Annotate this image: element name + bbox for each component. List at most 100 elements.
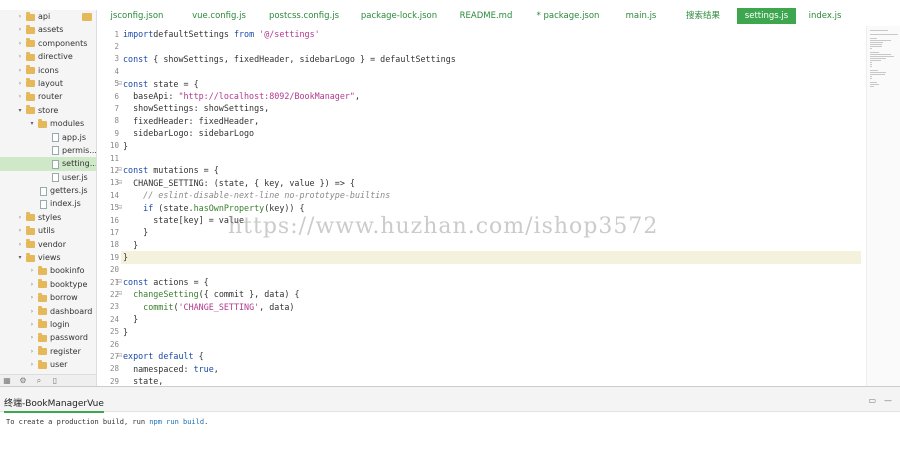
tab-5[interactable]: README.md bbox=[450, 8, 522, 24]
chevron-down-icon[interactable]: ▾ bbox=[16, 251, 24, 264]
tree-file-permis[interactable]: permis... bbox=[0, 144, 96, 157]
tab-2[interactable]: vue.config.js bbox=[183, 8, 255, 24]
chevron-right-icon[interactable]: › bbox=[28, 345, 36, 358]
chevron-right-icon[interactable]: › bbox=[28, 318, 36, 331]
chevron-right-icon[interactable]: › bbox=[16, 64, 24, 77]
tree-folder-password[interactable]: › password bbox=[0, 331, 96, 344]
line-number: 4 bbox=[114, 66, 119, 76]
fold-toggle-icon[interactable]: ⊟ bbox=[117, 179, 122, 186]
fold-toggle-icon[interactable]: ⊟ bbox=[117, 204, 122, 211]
minimize-icon[interactable]: — bbox=[884, 396, 892, 405]
minimap[interactable] bbox=[866, 26, 900, 386]
tree-folder-utils[interactable]: › utils bbox=[0, 224, 96, 237]
code-line[interactable]: CHANGE_SETTING: (state, { key, value }) … bbox=[123, 177, 355, 189]
tree-file-user-js[interactable]: user.js bbox=[0, 171, 96, 184]
chevron-right-icon[interactable]: › bbox=[28, 291, 36, 304]
folder-icon bbox=[38, 292, 47, 302]
code-line[interactable]: // eslint-disable-next-line no-prototype… bbox=[123, 189, 390, 201]
tab-10[interactable]: index.js bbox=[803, 8, 847, 24]
tree-folder-store[interactable]: ▾ store bbox=[0, 104, 96, 117]
tree-folder-api[interactable]: › api bbox=[0, 10, 96, 23]
chevron-right-icon[interactable]: › bbox=[16, 23, 24, 36]
tree-folder-user[interactable]: › user bbox=[0, 358, 96, 371]
maximize-icon[interactable]: ▭ bbox=[868, 396, 876, 405]
tab-9[interactable]: settings.js bbox=[737, 8, 796, 24]
tab-8[interactable]: 搜索结果 bbox=[674, 8, 732, 24]
tree-folder-booktype[interactable]: › booktype bbox=[0, 278, 96, 291]
code-line[interactable]: state, bbox=[123, 375, 163, 386]
terminal-tab[interactable]: 终端-BookManagerVue bbox=[4, 396, 104, 413]
grid-icon[interactable]: ▦ bbox=[2, 376, 12, 385]
tree-folder-modules[interactable]: ▾ modules bbox=[0, 117, 96, 130]
tree-folder-layout[interactable]: › layout bbox=[0, 77, 96, 90]
chevron-right-icon[interactable]: › bbox=[16, 50, 24, 63]
code-line[interactable]: changeSetting({ commit }, data) { bbox=[123, 288, 299, 300]
tree-file-app-js[interactable]: app.js bbox=[0, 131, 96, 144]
code-line[interactable]: const state = { bbox=[123, 78, 199, 90]
tree-file-index-js[interactable]: index.js bbox=[0, 197, 96, 210]
code-line[interactable]: } bbox=[123, 326, 128, 338]
code-line[interactable]: } bbox=[123, 239, 138, 251]
tree-folder-assets[interactable]: › assets bbox=[0, 23, 96, 36]
code-line[interactable]: showSettings: showSettings, bbox=[123, 102, 269, 114]
code-line[interactable]: commit('CHANGE_SETTING', data) bbox=[123, 301, 294, 313]
code-line[interactable]: fixedHeader: fixedHeader, bbox=[123, 115, 259, 127]
fold-toggle-icon[interactable]: ⊟ bbox=[117, 290, 122, 297]
chevron-down-icon[interactable]: ▾ bbox=[28, 117, 36, 130]
tree-folder-styles[interactable]: › styles bbox=[0, 211, 96, 224]
tree-folder-views[interactable]: ▾ views bbox=[0, 251, 96, 264]
search-icon[interactable]: ⌕ bbox=[34, 376, 44, 385]
chevron-right-icon[interactable]: › bbox=[28, 278, 36, 291]
tree-folder-register[interactable]: › register bbox=[0, 345, 96, 358]
tree-folder-borrow[interactable]: › borrow bbox=[0, 291, 96, 304]
tree-folder-vendor[interactable]: › vendor bbox=[0, 238, 96, 251]
chevron-right-icon[interactable]: › bbox=[28, 331, 36, 344]
chevron-right-icon[interactable]: › bbox=[28, 264, 36, 277]
code-line[interactable]: sidebarLogo: sidebarLogo bbox=[123, 127, 254, 139]
chevron-right-icon[interactable]: › bbox=[28, 305, 36, 318]
tree-folder-login[interactable]: › login bbox=[0, 318, 96, 331]
tree-folder-dashboard[interactable]: › dashboard bbox=[0, 305, 96, 318]
code-line[interactable]: if (state.hasOwnProperty(key)) { bbox=[123, 202, 304, 214]
chevron-right-icon[interactable]: › bbox=[16, 238, 24, 251]
code-line[interactable]: } bbox=[123, 251, 128, 263]
code-line[interactable]: export default { bbox=[123, 350, 204, 362]
tab-3[interactable]: postcss.config.js bbox=[261, 8, 347, 24]
fold-toggle-icon[interactable]: ⊟ bbox=[117, 352, 122, 359]
code-line[interactable]: } bbox=[123, 140, 128, 152]
tab-4[interactable]: package-lock.json bbox=[353, 8, 445, 24]
fold-toggle-icon[interactable]: ⊟ bbox=[117, 166, 122, 173]
chevron-right-icon[interactable]: › bbox=[16, 224, 24, 237]
chevron-right-icon[interactable]: › bbox=[16, 211, 24, 224]
chevron-right-icon[interactable]: › bbox=[28, 358, 36, 371]
code-line[interactable]: namespaced: true, bbox=[123, 363, 219, 375]
code-line[interactable]: } bbox=[123, 226, 148, 238]
file-icon[interactable]: ▯ bbox=[50, 376, 60, 385]
code-line[interactable]: } bbox=[123, 313, 138, 325]
fold-toggle-icon[interactable]: ⊟ bbox=[117, 278, 122, 285]
code-line[interactable]: const mutations = { bbox=[123, 164, 219, 176]
tab-1[interactable]: jsconfig.json bbox=[97, 8, 177, 24]
chevron-down-icon[interactable]: ▾ bbox=[16, 104, 24, 117]
chevron-right-icon[interactable]: › bbox=[16, 90, 24, 103]
settings-icon[interactable]: ⚙ bbox=[18, 376, 28, 385]
code-line[interactable]: const { showSettings, fixedHeader, sideb… bbox=[123, 53, 456, 65]
code-line[interactable]: importdefaultSettings from '@/settings' bbox=[123, 28, 320, 40]
tree-folder-bookinfo[interactable]: › bookinfo bbox=[0, 264, 96, 277]
chevron-right-icon[interactable]: › bbox=[16, 37, 24, 50]
tree-file-getters-js[interactable]: getters.js bbox=[0, 184, 96, 197]
tab-6[interactable]: * package.json bbox=[529, 8, 607, 24]
code-line[interactable]: state[key] = value bbox=[123, 214, 244, 226]
tree-folder-icons[interactable]: › icons bbox=[0, 64, 96, 77]
fold-toggle-icon[interactable]: ⊟ bbox=[117, 80, 122, 87]
tree-folder-directive[interactable]: › directive bbox=[0, 50, 96, 63]
tree-folder-router[interactable]: › router bbox=[0, 90, 96, 103]
tab-7[interactable]: main.js bbox=[613, 8, 669, 24]
chevron-right-icon[interactable]: › bbox=[16, 77, 24, 90]
code-editor[interactable]: 1 2 3 4 5 ⊟ 6 7 8 9 10 11 12 ⊟ 13 ⊟ 14 15 ⊟ 16 17 18 19 20 21 ⊟ 22… bbox=[97, 26, 864, 386]
chevron-right-icon[interactable]: › bbox=[16, 10, 24, 23]
code-line[interactable]: baseApi: "http://localhost:8092/BookMana… bbox=[123, 90, 360, 102]
tree-folder-components[interactable]: › components bbox=[0, 37, 96, 50]
tree-file-setting[interactable]: setting... bbox=[0, 157, 96, 171]
code-line[interactable]: const actions = { bbox=[123, 276, 209, 288]
